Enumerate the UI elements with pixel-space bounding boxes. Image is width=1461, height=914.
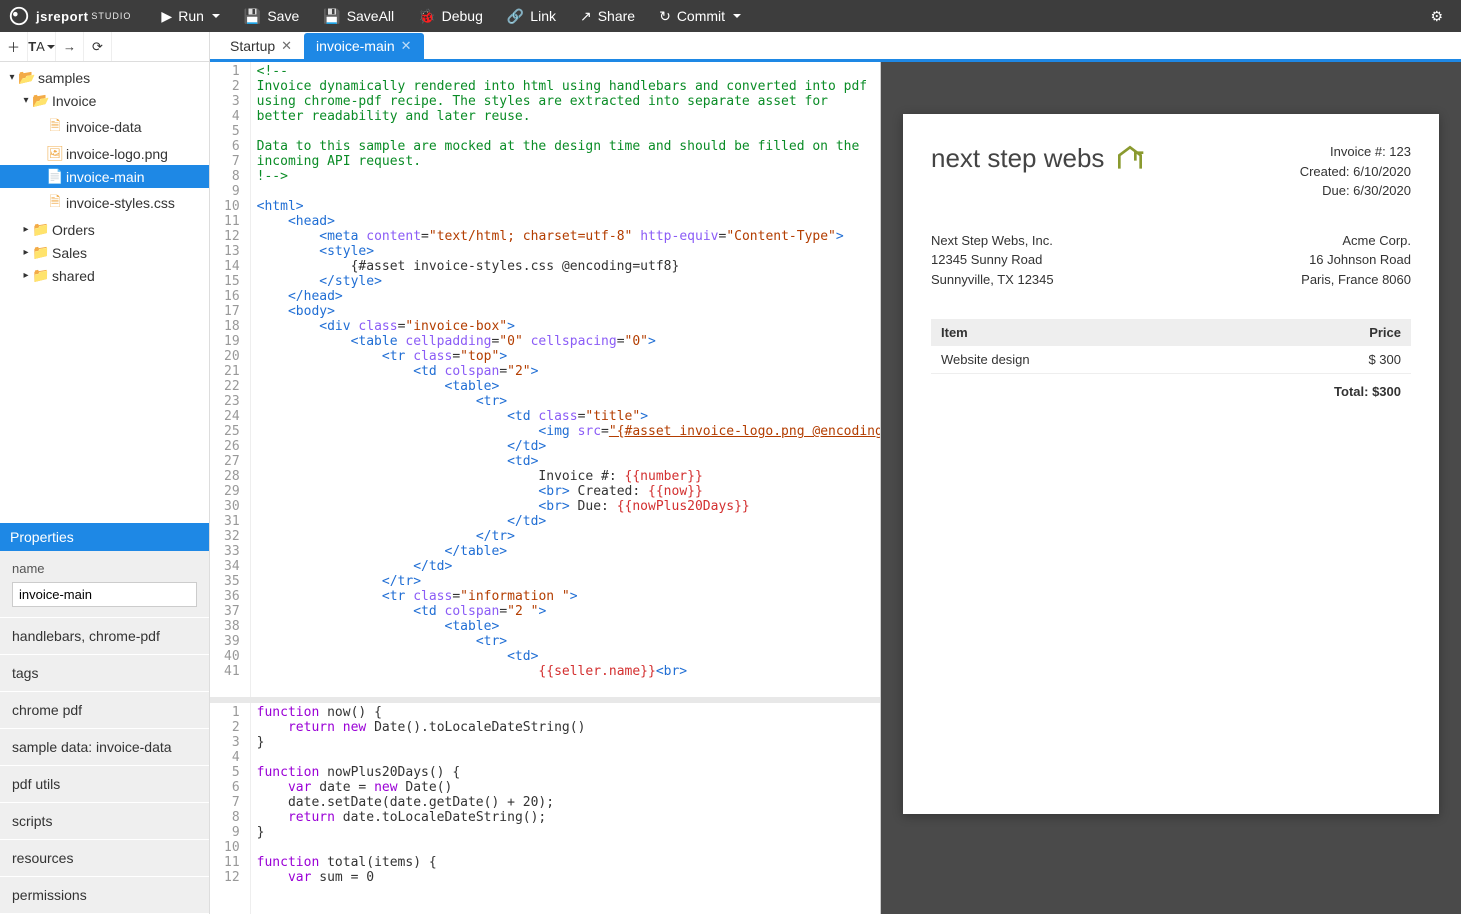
folder-icon: 📁: [32, 244, 50, 261]
bug-icon: 🐞: [418, 8, 435, 25]
tree-folder-sales[interactable]: ▸📁Sales: [0, 241, 209, 264]
buyer-address: Acme Corp. 16 Johnson Road Paris, France…: [1301, 231, 1411, 290]
tree-item-invoice-main[interactable]: 📄invoice-main: [0, 165, 209, 188]
folder-icon: 📁: [32, 221, 50, 238]
debug-button[interactable]: 🐞Debug: [408, 4, 493, 29]
tree-item-invoice-styles[interactable]: 🗎invoice-styles.css: [0, 188, 209, 218]
code-area[interactable]: <!--Invoice dynamically rendered into ht…: [251, 62, 880, 697]
share-button[interactable]: ↗Share: [570, 4, 645, 29]
chevron-down-icon: [733, 14, 741, 18]
preview-document: next step webs Invoice #: 123 Created: 6…: [903, 114, 1439, 814]
css-icon: 🗎: [46, 191, 64, 215]
prop-tags[interactable]: tags: [0, 655, 209, 692]
settings-button[interactable]: ⚙: [1420, 4, 1453, 29]
save-button[interactable]: 💾Save: [234, 4, 309, 29]
template-icon: 📄: [46, 168, 64, 185]
prop-chrome[interactable]: chrome pdf: [0, 692, 209, 729]
brand-logo: jsreport STUDIO: [8, 5, 131, 27]
prop-scripts[interactable]: scripts: [0, 803, 209, 840]
tab-invoice-main[interactable]: invoice-main✕: [304, 33, 424, 59]
helpers-editor[interactable]: 123456789101112 function now() { return …: [210, 697, 880, 914]
run-button[interactable]: ▶ Run: [151, 4, 229, 29]
saveall-button[interactable]: 💾SaveAll: [313, 4, 404, 29]
save-icon: 💾: [244, 8, 261, 25]
tree-folder-shared[interactable]: ▸📁shared: [0, 264, 209, 287]
logo-mark-icon: [1114, 142, 1146, 174]
tree-folder-invoice[interactable]: ▾📂Invoice: [0, 89, 209, 112]
link-button[interactable]: 🔗Link: [497, 4, 566, 29]
left-panel: ＋ T A → ⟳ ▾📂samples ▾📂Invoice 🗎invoice-d…: [0, 32, 210, 914]
filter-button[interactable]: T A: [28, 32, 56, 61]
image-icon: 🖼: [46, 145, 64, 162]
folder-open-icon: 📂: [18, 69, 36, 86]
main-area: Startup✕ invoice-main✕ 12345678910111213…: [210, 32, 1461, 914]
link-icon: 🔗: [507, 8, 524, 25]
properties-panel: name handlebars, chrome-pdf tags chrome …: [0, 551, 209, 914]
code-area[interactable]: function now() { return new Date().toLoc…: [251, 703, 880, 914]
prop-resources[interactable]: resources: [0, 840, 209, 877]
tree-folder-orders[interactable]: ▸📁Orders: [0, 218, 209, 241]
logo-icon: [8, 5, 30, 27]
left-toolbar: ＋ T A → ⟳: [0, 32, 209, 62]
prop-sample-data[interactable]: sample data: invoice-data: [0, 729, 209, 766]
saveall-icon: 💾: [323, 8, 340, 25]
close-icon[interactable]: ✕: [401, 38, 412, 54]
template-editor[interactable]: 1234567891011121314151617181920212223242…: [210, 62, 880, 697]
commit-button[interactable]: ↻Commit: [649, 4, 751, 29]
refresh-button[interactable]: ⟳: [84, 32, 112, 61]
prop-permissions[interactable]: permissions: [0, 877, 209, 914]
tree-item-invoice-logo[interactable]: 🖼invoice-logo.png: [0, 142, 209, 165]
table-row: Website design$ 300: [931, 346, 1411, 374]
invoice-total: Total: $300: [931, 374, 1411, 409]
name-input[interactable]: [12, 582, 197, 607]
tree-item-invoice-data[interactable]: 🗎invoice-data: [0, 112, 209, 142]
preview-panel: next step webs Invoice #: 123 Created: 6…: [881, 62, 1461, 914]
line-gutter: 123456789101112: [210, 703, 251, 914]
invoice-logo: next step webs: [931, 142, 1146, 174]
brand-sub: STUDIO: [91, 11, 131, 21]
folder-icon: 📁: [32, 267, 50, 284]
properties-header: Properties: [0, 523, 209, 551]
chevron-down-icon: [212, 14, 220, 18]
brand-name: jsreport: [36, 9, 88, 24]
prop-name[interactable]: name: [0, 551, 209, 618]
folder-open-icon: 📂: [32, 92, 50, 109]
invoice-meta: Invoice #: 123 Created: 6/10/2020 Due: 6…: [1300, 142, 1411, 201]
line-gutter: 1234567891011121314151617181920212223242…: [210, 62, 251, 697]
tab-bar: Startup✕ invoice-main✕: [210, 32, 1461, 62]
invoice-items-table: ItemPrice Website design$ 300: [931, 319, 1411, 374]
top-menubar: jsreport STUDIO ▶ Run 💾Save 💾SaveAll 🐞De…: [0, 0, 1461, 32]
entity-tree: ▾📂samples ▾📂Invoice 🗎invoice-data 🖼invoi…: [0, 62, 209, 523]
commit-icon: ↻: [659, 8, 671, 25]
data-icon: 🗎: [46, 115, 64, 139]
tab-startup[interactable]: Startup✕: [218, 33, 304, 59]
seller-address: Next Step Webs, Inc. 12345 Sunny Road Su…: [931, 231, 1054, 290]
share-icon: ↗: [580, 8, 592, 25]
add-button[interactable]: ＋: [0, 32, 28, 61]
prop-engine[interactable]: handlebars, chrome-pdf: [0, 618, 209, 655]
prop-pdf-utils[interactable]: pdf utils: [0, 766, 209, 803]
close-icon[interactable]: ✕: [281, 38, 292, 54]
expand-button[interactable]: →: [56, 32, 84, 61]
tree-folder-samples[interactable]: ▾📂samples: [0, 66, 209, 89]
gear-icon: ⚙: [1430, 8, 1443, 25]
